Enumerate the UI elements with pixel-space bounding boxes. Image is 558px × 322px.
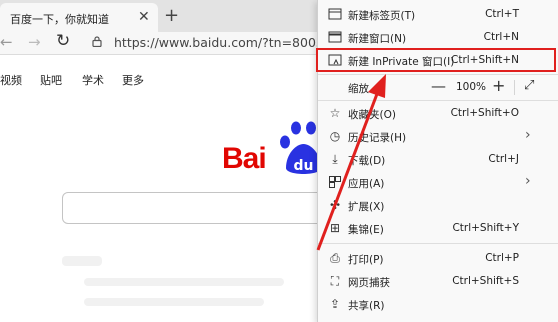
menu-item-label: 应用(A) <box>348 178 385 190</box>
back-icon[interactable]: ← <box>0 33 13 51</box>
nav-link-video[interactable]: 视频 <box>0 72 22 88</box>
menu-item-share[interactable]: ⇪ 共享(R) <box>318 293 558 316</box>
browser-tab[interactable]: 百度一下，你就知道 ✕ <box>0 3 158 32</box>
chevron-right-icon: › <box>525 173 531 189</box>
nav-link-xueshu[interactable]: 学术 <box>82 72 104 88</box>
collections-icon: ⊞ <box>329 221 341 235</box>
menu-item-shortcut: Ctrl+Shift+S <box>452 275 519 287</box>
menu-item-label: 共享(R) <box>348 300 385 312</box>
forward-icon[interactable]: → <box>28 33 41 51</box>
zoom-label: 缩放 <box>348 83 369 95</box>
menu-item-label: 新建标签页(T) <box>348 10 416 22</box>
nav-link-tieba[interactable]: 贴吧 <box>40 72 62 88</box>
new-tab-icon <box>328 8 342 20</box>
logo-du: du <box>294 158 314 174</box>
nav-link-more[interactable]: 更多 <box>122 72 144 88</box>
divider <box>514 80 515 95</box>
highlight-box <box>316 48 556 72</box>
menu-item-shortcut: Ctrl+N <box>483 31 519 43</box>
lock-icon[interactable] <box>92 36 102 47</box>
history-icon: ◷ <box>329 129 341 143</box>
blurred-content <box>62 256 102 266</box>
extensions-icon: ✣ <box>329 198 341 212</box>
web-capture-icon: ⛶ <box>330 274 340 288</box>
menu-item-downloads[interactable]: ⤓ 下载(D) Ctrl+J <box>318 148 558 171</box>
menu-item-shortcut: Ctrl+T <box>485 8 519 20</box>
menu-item-collections[interactable]: ⊞ 集锦(E) Ctrl+Shift+Y <box>318 217 558 240</box>
menu-item-label: 扩展(X) <box>348 201 385 213</box>
menu-item-shortcut: Ctrl+Shift+Y <box>452 222 519 234</box>
menu-divider <box>318 100 558 101</box>
menu-item-label: 新建窗口(N) <box>348 33 407 45</box>
menu-item-shortcut: Ctrl+J <box>488 153 519 165</box>
chevron-right-icon: › <box>525 127 531 143</box>
menu-item-apps[interactable]: 应用(A) › <box>318 171 558 194</box>
new-tab-button[interactable]: + <box>164 5 179 26</box>
menu-item-shortcut: Ctrl+P <box>485 252 519 264</box>
fullscreen-icon[interactable]: ⤢ <box>524 78 534 93</box>
menu-item-shortcut: Ctrl+Shift+O <box>450 107 519 119</box>
blurred-content <box>84 278 284 286</box>
close-icon[interactable]: ✕ <box>138 9 150 25</box>
refresh-icon[interactable]: ↻ <box>56 31 70 51</box>
menu-item-label: 收藏夹(O) <box>348 109 396 121</box>
menu-item-new-tab[interactable]: 新建标签页(T) Ctrl+T <box>318 3 558 26</box>
menu-item-new-window[interactable]: 新建窗口(N) Ctrl+N <box>318 26 558 49</box>
logo-text: Bai <box>222 142 267 175</box>
menu-item-history[interactable]: ◷ 历史记录(H) › <box>318 125 558 148</box>
menu-divider <box>318 243 558 244</box>
menu-item-label: 打印(P) <box>348 254 384 266</box>
zoom-row: 缩放 — 100% + ⤢ <box>318 76 558 98</box>
share-icon: ⇪ <box>329 297 341 311</box>
zoom-out-button[interactable]: — <box>431 77 446 95</box>
menu-divider <box>318 74 558 75</box>
menu-item-web-capture[interactable]: ⛶ 网页捕获 Ctrl+Shift+S <box>318 270 558 293</box>
tab-title: 百度一下，你就知道 <box>10 13 109 26</box>
favorites-icon: ☆ <box>329 106 341 120</box>
menu-item-label: 历史记录(H) <box>348 132 407 144</box>
download-icon: ⤓ <box>332 152 338 166</box>
menu-item-print[interactable]: ⎙ 打印(P) Ctrl+P <box>318 247 558 270</box>
menu-item-label: 网页捕获 <box>348 277 390 289</box>
menu-item-favorites[interactable]: ☆ 收藏夹(O) Ctrl+Shift+O <box>318 102 558 125</box>
zoom-in-button[interactable]: + <box>492 76 505 95</box>
menu-item-label: 下载(D) <box>348 155 386 167</box>
menu-item-label: 集锦(E) <box>348 224 384 236</box>
blurred-content <box>84 298 264 306</box>
menu-item-extensions[interactable]: ✣ 扩展(X) <box>318 194 558 217</box>
zoom-value: 100% <box>456 81 487 93</box>
new-window-icon <box>328 31 342 43</box>
apps-icon <box>329 176 341 188</box>
print-icon: ⎙ <box>330 251 340 265</box>
